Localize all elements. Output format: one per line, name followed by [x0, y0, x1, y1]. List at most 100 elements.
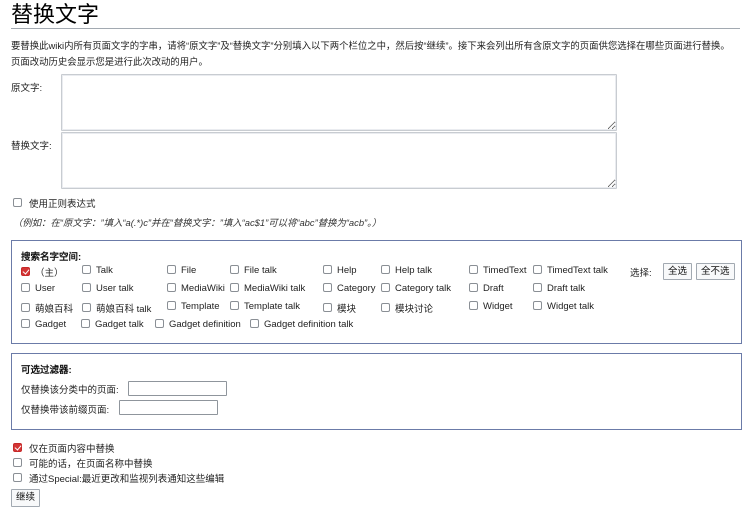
- original-text-label: 原文字:: [11, 83, 43, 94]
- namespace-checkbox[interactable]: [533, 301, 542, 310]
- namespace-label: TimedText: [483, 265, 527, 276]
- namespace-option[interactable]: TimedText: [469, 265, 526, 276]
- replacement-text-label: 替换文字:: [11, 141, 52, 152]
- prefix-filter-input[interactable]: [119, 400, 218, 415]
- select-none-button[interactable]: 全不选: [696, 263, 735, 280]
- namespace-option[interactable]: Help talk: [381, 265, 432, 276]
- namespace-option[interactable]: 模块讨论: [381, 301, 433, 315]
- namespace-checkbox[interactable]: [82, 302, 91, 312]
- prefix-filter-label: 仅替换带该前缀页面:: [21, 405, 110, 416]
- namespace-checkbox[interactable]: [230, 301, 239, 310]
- namespace-option[interactable]: File: [167, 265, 196, 276]
- namespace-checkbox[interactable]: [21, 302, 30, 312]
- namespace-checkbox[interactable]: [167, 265, 176, 274]
- namespace-label: Template: [181, 301, 220, 312]
- namespace-checkbox[interactable]: [230, 265, 239, 274]
- namespace-label: （主）: [35, 268, 64, 279]
- namespace-option[interactable]: 萌娘百科 talk: [82, 301, 151, 315]
- option-notify-recent-changes[interactable]: 通过Special:最近更改和监视列表通知这些编辑: [13, 471, 224, 485]
- namespace-label: Widget: [483, 301, 513, 312]
- namespace-label: MediaWiki: [181, 283, 225, 294]
- namespace-option[interactable]: Widget talk: [533, 301, 594, 312]
- notify-recent-changes-checkbox[interactable]: [13, 472, 22, 482]
- option-replace-titles[interactable]: 可能的话，在页面名称中替换: [13, 456, 153, 470]
- namespace-option[interactable]: TimedText talk: [533, 265, 608, 276]
- namespace-option[interactable]: Gadget definition talk: [250, 319, 353, 330]
- namespace-checkbox[interactable]: [469, 265, 478, 274]
- namespace-checkbox[interactable]: [21, 319, 30, 328]
- option-content-only[interactable]: 仅在页面内容中替换: [13, 441, 115, 455]
- namespace-label: File talk: [244, 265, 277, 276]
- namespace-option[interactable]: （主）: [21, 265, 64, 279]
- namespace-checkbox[interactable]: [323, 302, 332, 312]
- namespace-option[interactable]: Draft talk: [533, 283, 585, 294]
- namespace-label: User: [35, 283, 56, 294]
- namespace-option[interactable]: 模块: [323, 301, 356, 315]
- namespace-checkbox[interactable]: [82, 265, 91, 274]
- category-filter-input[interactable]: [128, 381, 227, 396]
- namespace-checkbox[interactable]: [533, 283, 542, 292]
- namespace-label: Help: [337, 265, 357, 276]
- namespace-label: Draft talk: [547, 283, 586, 294]
- regex-label: 使用正则表达式: [29, 199, 96, 210]
- namespace-label: Gadget definition talk: [264, 319, 354, 330]
- namespace-checkbox[interactable]: [323, 283, 332, 292]
- namespace-label: 萌娘百科 talk: [96, 304, 152, 315]
- namespace-option[interactable]: Help: [323, 265, 357, 276]
- namespace-checkbox[interactable]: [21, 266, 30, 276]
- category-filter-label: 仅替换该分类中的页面:: [21, 385, 119, 396]
- content-only-checkbox[interactable]: [13, 442, 22, 452]
- regex-option[interactable]: 使用正则表达式: [13, 196, 96, 210]
- namespace-option[interactable]: User talk: [82, 283, 133, 294]
- namespace-label: File: [181, 265, 197, 276]
- namespace-checkbox[interactable]: [381, 265, 390, 274]
- namespace-option[interactable]: Category: [323, 283, 376, 294]
- namespace-label: Gadget definition: [169, 319, 241, 330]
- namespace-checkbox[interactable]: [250, 319, 259, 328]
- replacement-text-input[interactable]: [61, 132, 617, 189]
- namespace-label: Talk: [96, 265, 113, 276]
- namespace-option[interactable]: Widget: [469, 301, 513, 312]
- namespace-option[interactable]: Gadget talk: [81, 319, 144, 330]
- namespace-option[interactable]: 萌娘百科: [21, 301, 73, 315]
- namespace-option[interactable]: MediaWiki talk: [230, 283, 305, 294]
- namespace-checkbox[interactable]: [533, 265, 542, 274]
- namespace-checkbox[interactable]: [230, 283, 239, 292]
- namespace-option[interactable]: Category talk: [381, 283, 451, 294]
- namespace-checkbox[interactable]: [469, 301, 478, 310]
- namespace-label: 萌娘百科: [35, 304, 74, 315]
- namespace-option[interactable]: Draft: [469, 283, 504, 294]
- namespace-option[interactable]: Gadget definition: [155, 319, 241, 330]
- namespace-label: Widget talk: [547, 301, 594, 312]
- namespace-checkbox[interactable]: [469, 283, 478, 292]
- notify-recent-changes-label: 通过Special:最近更改和监视列表通知这些编辑: [29, 474, 225, 485]
- namespace-label: TimedText talk: [547, 265, 608, 276]
- namespace-checkbox[interactable]: [381, 302, 390, 312]
- namespace-option[interactable]: Template: [167, 301, 220, 312]
- namespace-checkbox[interactable]: [155, 319, 164, 328]
- content-only-label: 仅在页面内容中替换: [29, 444, 115, 455]
- namespace-label: 模块讨论: [395, 304, 434, 315]
- namespace-option[interactable]: MediaWiki: [167, 283, 225, 294]
- namespace-checkbox[interactable]: [323, 265, 332, 274]
- filters-legend: 可选过滤器:: [21, 365, 72, 376]
- namespace-option[interactable]: Template talk: [230, 301, 300, 312]
- replace-titles-checkbox[interactable]: [13, 457, 22, 467]
- continue-button[interactable]: 继续: [11, 489, 41, 507]
- namespace-checkbox[interactable]: [167, 301, 176, 310]
- namespace-fieldset: 搜索名字空间: （主） Talk File File talk Help Help tal…: [11, 240, 742, 344]
- namespace-checkbox[interactable]: [167, 283, 176, 292]
- namespace-checkbox[interactable]: [81, 319, 90, 328]
- replace-text-page: 替换文字 要替换此wiki内所有页面文字的字串，请将“原文字”及“替换文字”分别…: [0, 0, 750, 514]
- namespace-option[interactable]: User: [21, 283, 55, 294]
- namespace-checkbox[interactable]: [381, 283, 390, 292]
- namespace-checkbox[interactable]: [21, 283, 30, 292]
- select-all-button[interactable]: 全选: [663, 263, 693, 280]
- namespace-option[interactable]: File talk: [230, 265, 277, 276]
- regex-checkbox[interactable]: [13, 197, 22, 207]
- namespace-checkbox[interactable]: [82, 283, 91, 292]
- original-text-input[interactable]: [61, 74, 617, 131]
- page-title: 替换文字: [11, 2, 740, 29]
- namespace-option[interactable]: Gadget: [21, 319, 66, 330]
- namespace-option[interactable]: Talk: [82, 265, 113, 276]
